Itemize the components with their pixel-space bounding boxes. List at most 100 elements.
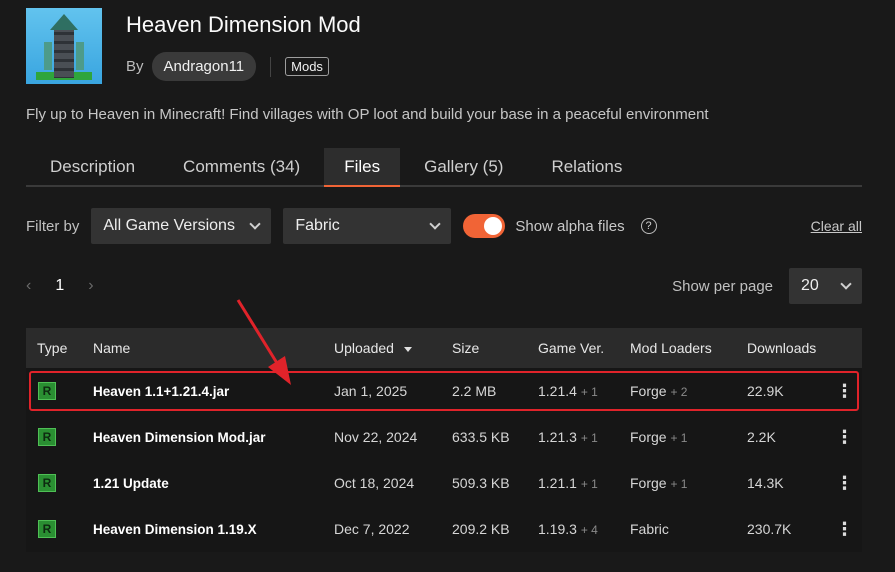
game-version-extra: + 1: [580, 477, 598, 491]
column-header-name[interactable]: Name: [93, 328, 334, 368]
type-cell: R: [26, 460, 93, 506]
author-row: By Andragon11 Mods: [126, 52, 361, 81]
game-version-cell: 1.21.3 + 1: [538, 414, 630, 460]
more-options-icon[interactable]: ⋮: [827, 414, 862, 460]
more-options-icon[interactable]: ⋮: [827, 506, 862, 552]
column-header-type: Type: [37, 340, 68, 356]
table-row[interactable]: R Heaven Dimension Mod.jar Nov 22, 2024 …: [26, 414, 862, 460]
per-page-value: 20: [801, 277, 819, 294]
download-count: 22.9K: [747, 383, 784, 399]
tab-gallery[interactable]: Gallery (5): [400, 148, 527, 187]
table-row[interactable]: R Heaven 1.1+1.21.4.jar Jan 1, 2025 2.2 …: [26, 368, 862, 414]
category-tag[interactable]: Mods: [285, 57, 329, 76]
toggle-knob: [484, 217, 503, 235]
column-header-size[interactable]: Size: [452, 328, 538, 368]
thumbnail-wing-left: [44, 42, 52, 70]
table-row[interactable]: R 1.21 Update Oct 18, 2024 509.3 KB 1.21…: [26, 460, 862, 506]
tab-relations[interactable]: Relations: [527, 148, 646, 187]
mod-loader: Forge: [630, 429, 667, 445]
game-version: 1.21.4: [538, 383, 577, 399]
title-block: Heaven Dimension Mod By Andragon11 Mods: [126, 8, 361, 84]
tab-description[interactable]: Description: [26, 148, 159, 187]
more-options-icon[interactable]: ⋮: [827, 368, 862, 414]
release-badge: R: [38, 382, 56, 400]
column-header-uploaded[interactable]: Uploaded: [334, 328, 452, 368]
mod-loader: Fabric: [630, 521, 669, 537]
prev-page-icon[interactable]: ‹: [26, 277, 31, 295]
file-name[interactable]: Heaven 1.1+1.21.4.jar: [93, 368, 334, 414]
game-version-cell: 1.21.1 + 1: [538, 460, 630, 506]
download-count: 14.3K: [747, 475, 784, 491]
uploaded-date: Oct 18, 2024: [334, 475, 415, 491]
filter-bar: Filter by All Game Versions Fabric Show …: [26, 208, 862, 244]
game-version-cell: 1.19.3 + 4: [538, 506, 630, 552]
project-header: Heaven Dimension Mod By Andragon11 Mods: [26, 8, 361, 84]
mod-loader: Forge: [630, 383, 667, 399]
per-page-label: Show per page: [672, 277, 773, 295]
mod-loader-cell: Fabric: [630, 506, 747, 552]
chevron-down-icon: [249, 217, 262, 230]
file-name[interactable]: Heaven Dimension Mod.jar: [93, 414, 334, 460]
table-row[interactable]: R Heaven Dimension 1.19.X Dec 7, 2022 20…: [26, 506, 862, 552]
game-version-extra: + 1: [580, 431, 598, 445]
release-badge: R: [38, 428, 56, 446]
pagination-bar: ‹ 1 › Show per page 20: [26, 268, 862, 304]
file-name[interactable]: 1.21 Update: [93, 460, 334, 506]
page-number[interactable]: 1: [55, 277, 64, 295]
files-table: Type Name Uploaded Size Game Ver. Mod Lo…: [26, 328, 862, 552]
tab-files[interactable]: Files: [324, 148, 401, 187]
file-size: 209.2 KB: [452, 521, 510, 537]
game-version-extra: + 4: [580, 523, 598, 537]
game-version: 1.19.3: [538, 521, 577, 537]
project-title: Heaven Dimension Mod: [126, 12, 361, 37]
mod-loader-extra: + 1: [670, 431, 688, 445]
show-alpha-label: Show alpha files: [515, 217, 625, 235]
by-label: By: [126, 58, 144, 75]
column-header-actions: [827, 328, 862, 368]
author-link[interactable]: Andragon11: [151, 52, 257, 81]
sort-desc-icon: [403, 346, 412, 352]
game-version: 1.21.3: [538, 429, 577, 445]
chevron-down-icon: [429, 217, 442, 230]
chevron-down-icon: [840, 277, 852, 290]
divider: [270, 56, 272, 77]
release-badge: R: [38, 474, 56, 492]
column-header-mod-loaders: Mod Loaders: [630, 340, 712, 356]
mod-loader-value: Fabric: [295, 217, 340, 234]
game-version: 1.21.1: [538, 475, 577, 491]
more-options-icon[interactable]: ⋮: [827, 460, 862, 506]
uploaded-header-label: Uploaded: [334, 340, 394, 356]
thumbnail-roof: [50, 14, 78, 30]
file-name[interactable]: Heaven Dimension 1.19.X: [93, 506, 334, 552]
thumbnail-tower: [54, 26, 74, 78]
game-version-value: All Game Versions: [103, 217, 235, 234]
clear-all-link[interactable]: Clear all: [811, 218, 862, 234]
tab-comments[interactable]: Comments (34): [159, 148, 324, 187]
project-thumbnail[interactable]: [26, 8, 102, 84]
uploaded-date: Nov 22, 2024: [334, 429, 418, 445]
file-size: 633.5 KB: [452, 429, 510, 445]
download-count: 230.7K: [747, 521, 792, 537]
mod-loader-extra: + 2: [670, 385, 688, 399]
show-alpha-toggle[interactable]: [463, 214, 506, 238]
help-icon[interactable]: ?: [640, 218, 657, 234]
mod-loader-cell: Forge + 2: [630, 368, 747, 414]
file-size: 509.3 KB: [452, 475, 510, 491]
mod-loader-cell: Forge + 1: [630, 460, 747, 506]
mod-loader: Forge: [630, 475, 667, 491]
column-header-game-ver[interactable]: Game Ver.: [538, 328, 630, 368]
type-cell: R: [26, 506, 93, 552]
next-page-icon[interactable]: ›: [88, 277, 93, 295]
file-size: 2.2 MB: [452, 383, 497, 399]
game-version-select[interactable]: All Game Versions: [91, 208, 272, 244]
per-page-select[interactable]: 20: [789, 268, 862, 304]
mod-loader-cell: Forge + 1: [630, 414, 747, 460]
column-header-downloads[interactable]: Downloads: [747, 328, 827, 368]
download-count: 2.2K: [747, 429, 776, 445]
project-summary: Fly up to Heaven in Minecraft! Find vill…: [26, 106, 709, 123]
table-header-row: Type Name Uploaded Size Game Ver. Mod Lo…: [26, 328, 862, 368]
mod-loader-select[interactable]: Fabric: [283, 208, 452, 244]
uploaded-date: Dec 7, 2022: [334, 521, 410, 537]
mod-loader-extra: + 1: [670, 477, 688, 491]
type-cell: R: [26, 368, 93, 414]
